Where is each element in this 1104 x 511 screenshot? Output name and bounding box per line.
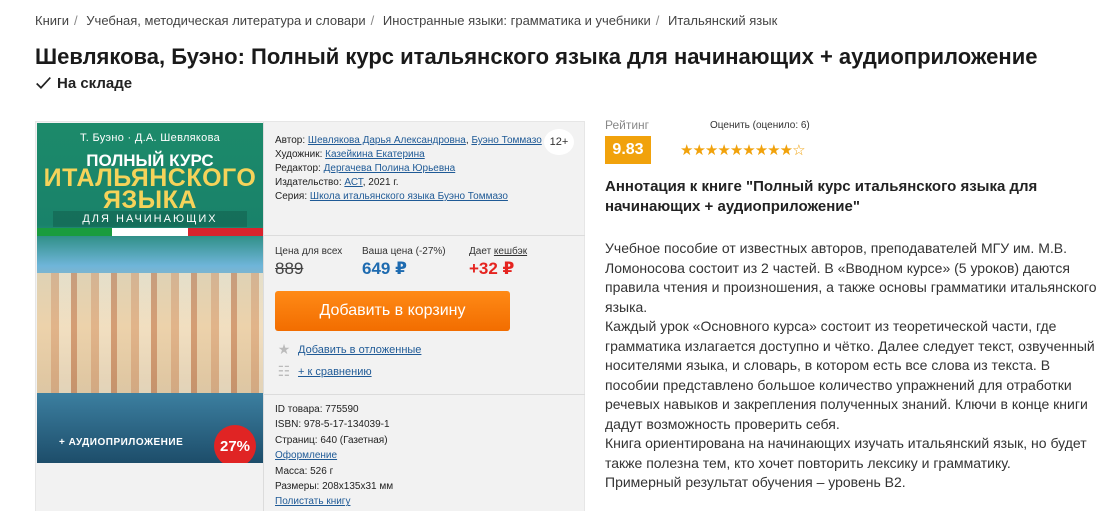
publish-year: , 2021 г. (362, 177, 399, 188)
wishlist-link[interactable]: Добавить в отложенные (298, 344, 421, 356)
breadcrumb-separator: / (370, 13, 375, 28)
rating-label: Рейтинг (605, 118, 650, 132)
star-icon[interactable]: ☆ (792, 142, 805, 159)
artist-link[interactable]: Казейкина Екатерина (325, 149, 425, 160)
star-icon[interactable]: ★ (767, 142, 780, 159)
add-to-cart-button[interactable]: Добавить в корзину (275, 291, 510, 331)
star-icon[interactable]: ★ (730, 142, 743, 159)
cover-illustration (37, 273, 263, 403)
divider (264, 394, 585, 395)
product-mass: Масса: 526 г (275, 465, 334, 477)
star-icon[interactable]: ★ (755, 142, 768, 159)
rate-label: Оценить (оценило: 6) (710, 120, 810, 131)
publisher-row: Издательство: АСТ, 2021 г. (275, 176, 575, 190)
star-icon[interactable]: ★ (680, 142, 693, 159)
annotation-paragraph: Каждый урок «Основного курса» состоит из… (605, 318, 1095, 432)
price-all-label: Цена для всех (275, 246, 343, 257)
product-id: ID товара: 775590 (275, 404, 359, 415)
breadcrumb: Книги / Учебная, методическая литература … (35, 13, 777, 28)
cashback-label: Дает кешбэк (469, 246, 559, 257)
price-your-label: Ваша цена (-27%) (362, 246, 446, 257)
breadcrumb-italian[interactable]: Итальянский язык (668, 13, 777, 28)
stock-label: На складе (57, 75, 133, 92)
annotation-title: Аннотация к книге "Полный курс итальянск… (605, 178, 1038, 215)
series-link[interactable]: Школа итальянского языка Буэно Томмазо (310, 191, 508, 202)
cover-title-line2: ИТАЛЬЯНСКОГО ЯЗЫКА (37, 166, 263, 214)
stock-status: На складе (35, 75, 132, 92)
compare-link[interactable]: + к сравнению (298, 366, 372, 378)
author-label: Автор: (275, 135, 306, 146)
product-pages: Страниц: 640 (Газетная) (275, 434, 388, 446)
product-details: ID товара: 775590 ISBN: 978-5-17-134039-… (275, 402, 393, 510)
price-block: Цена для всех Ваша цена (-27%) Дает кешб… (275, 246, 575, 279)
design-link[interactable]: Оформление (275, 450, 337, 461)
star-icon: ★ (277, 341, 291, 357)
series-label: Серия: (275, 191, 308, 202)
annotation-paragraph: Примерный результат обучения – уровень B… (605, 474, 906, 490)
product-isbn: ISBN: 978-5-17-134039-1 (275, 419, 390, 431)
age-badge: 12+ (544, 129, 574, 155)
breadcrumb-separator: / (74, 13, 78, 28)
publisher-label: Издательство: (275, 177, 342, 188)
current-price: 649 ₽ (362, 259, 407, 278)
cashback-label-prefix: Дает (469, 246, 494, 257)
publisher-link[interactable]: АСТ (344, 177, 362, 188)
cashback-value: +32 ₽ (469, 259, 515, 278)
annotation-paragraph: Учебное пособие от известных авторов, пр… (605, 240, 1097, 315)
cover-audio-label: + АУДИОПРИЛОЖЕНИЕ (59, 437, 184, 448)
book-cover[interactable]: Т. Буэно · Д.А. Шевлякова ПОЛНЫЙ КУРС ИТ… (37, 123, 263, 463)
artist-row: Художник: Казейкина Екатерина (275, 148, 575, 162)
compare-icon: ☷ (277, 363, 291, 379)
star-icon[interactable]: ★ (780, 142, 793, 159)
star-icon[interactable]: ★ (692, 142, 705, 159)
breadcrumb-separator: / (655, 13, 660, 28)
cover-subtitle: ДЛЯ НАЧИНАЮЩИХ (53, 211, 247, 227)
rating-value: 9.83 (605, 136, 651, 164)
product-card: Т. Буэно · Д.А. Шевлякова ПОЛНЫЙ КУРС ИТ… (35, 121, 585, 511)
editor-link[interactable]: Дергачева Полина Юрьевна (324, 163, 456, 174)
annotation-body: Учебное пособие от известных авторов, пр… (605, 239, 1104, 493)
wishlist-action[interactable]: ★ Добавить в отложенные (275, 341, 422, 358)
series-row: Серия: Школа итальянского языка Буэно То… (275, 190, 575, 204)
book-info: Автор: Шевлякова Дарья Александровна, Бу… (275, 134, 575, 204)
divider (263, 122, 264, 511)
author-link-2[interactable]: Буэно Томмазо (471, 135, 541, 146)
flip-book-link[interactable]: Полистать книгу (275, 496, 350, 507)
compare-action[interactable]: ☷ + к сравнению (275, 363, 372, 380)
italian-flag (37, 228, 263, 236)
breadcrumb-educational[interactable]: Учебная, методическая литература и слова… (86, 13, 365, 28)
artist-label: Художник: (275, 149, 323, 160)
annotation-paragraph: Книга ориентирована на начинающих изучат… (605, 435, 1087, 471)
breadcrumb-foreign-languages[interactable]: Иностранные языки: грамматика и учебники (383, 13, 651, 28)
cashback-link[interactable]: кешбэк (494, 246, 527, 257)
divider (264, 235, 585, 236)
star-icon[interactable]: ★ (705, 142, 718, 159)
author-link-1[interactable]: Шевлякова Дарья Александровна (308, 135, 466, 146)
editor-label: Редактор: (275, 163, 321, 174)
cover-authors: Т. Буэно · Д.А. Шевлякова (79, 132, 221, 144)
star-icon[interactable]: ★ (717, 142, 730, 159)
breadcrumb-books[interactable]: Книги (35, 13, 69, 28)
cover-title-language: ЯЗЫКА (103, 186, 197, 214)
editor-row: Редактор: Дергачева Полина Юрьевна (275, 162, 575, 176)
star-icon[interactable]: ★ (742, 142, 755, 159)
discount-badge: 27% (214, 425, 256, 463)
author-row: Автор: Шевлякова Дарья Александровна, Бу… (275, 134, 575, 148)
product-size: Размеры: 208x135x31 мм (275, 481, 394, 493)
old-price: 889 (275, 259, 304, 278)
rating-stars[interactable]: ★★★★★★★★★☆ (680, 141, 806, 159)
check-icon (36, 76, 51, 89)
page-title: Шевлякова, Буэно: Полный курс итальянско… (35, 44, 1038, 69)
